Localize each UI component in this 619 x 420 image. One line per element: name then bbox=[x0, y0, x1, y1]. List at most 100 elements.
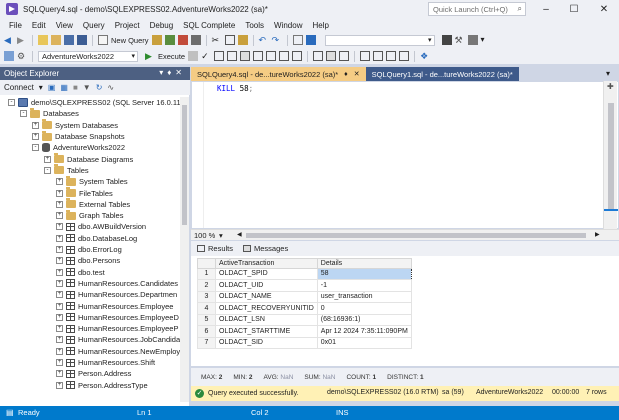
specify-values-icon[interactable]: ❖ bbox=[420, 51, 430, 61]
database-dropdown[interactable]: AdventureWorks2022 ▾ bbox=[38, 50, 138, 62]
expand-toggle-icon[interactable]: + bbox=[56, 268, 63, 276]
menu-query[interactable]: Query bbox=[78, 21, 110, 30]
tree-node[interactable]: + FileTables bbox=[0, 187, 113, 198]
save-icon[interactable] bbox=[64, 35, 74, 45]
close-tab-icon[interactable]: ✕ bbox=[354, 70, 360, 78]
tree-node[interactable]: - AdventureWorks2022 bbox=[0, 142, 125, 153]
new-query-icon[interactable] bbox=[98, 35, 108, 45]
customize-icon[interactable]: ▾ bbox=[481, 35, 491, 45]
results-to-grid-icon[interactable] bbox=[326, 51, 337, 61]
expand-toggle-icon[interactable]: + bbox=[56, 336, 63, 344]
tree-node[interactable]: + HumanResources.Candidates bbox=[0, 278, 178, 289]
query-options-icon[interactable] bbox=[240, 51, 251, 61]
tree-node[interactable]: + External Tables bbox=[0, 198, 130, 210]
tree-node[interactable]: + HumanResources.EmployeeD bbox=[0, 312, 179, 323]
paste-icon[interactable] bbox=[237, 35, 248, 45]
pane-dropdown-icon[interactable]: ▾ bbox=[159, 68, 167, 77]
solution-dropdown[interactable]: ▾ bbox=[324, 34, 435, 46]
menu-tools[interactable]: Tools bbox=[240, 21, 269, 30]
cell-activetransaction[interactable]: OLDACT_STARTTIME bbox=[215, 325, 318, 338]
filter-icon[interactable]: ▼ bbox=[83, 83, 91, 92]
cell-details[interactable]: 0x01 bbox=[316, 336, 412, 349]
tree-node[interactable]: + Database Snapshots bbox=[0, 130, 125, 142]
tree-node[interactable]: + System Tables bbox=[0, 175, 128, 187]
pane-close-icon[interactable]: ✕ bbox=[175, 68, 186, 77]
undo-icon[interactable]: ↶ bbox=[259, 35, 269, 45]
dmx-query-icon[interactable] bbox=[164, 35, 175, 45]
tree-node[interactable]: + HumanResources.EmployeeP bbox=[0, 323, 178, 334]
dax-query-icon[interactable] bbox=[190, 35, 201, 45]
query-code[interactable]: KILL 58; bbox=[217, 84, 253, 93]
expand-toggle-icon[interactable]: + bbox=[44, 155, 51, 163]
tree-node[interactable]: + Graph Tables bbox=[0, 209, 123, 221]
tree-node[interactable]: + dbo.DatabaseLog bbox=[0, 233, 137, 244]
toolbox-icon[interactable] bbox=[467, 35, 478, 45]
tree-node[interactable]: + Person.AddressType bbox=[0, 380, 148, 391]
grid-row[interactable]: 1 OLDACT_SPID 58 bbox=[197, 267, 412, 280]
cell-activetransaction[interactable]: OLDACT_SPID bbox=[215, 267, 318, 280]
results-to-text-icon[interactable] bbox=[313, 51, 324, 61]
zoom-dropdown-icon[interactable]: ▾ bbox=[219, 231, 223, 240]
tab-sqlquery1[interactable]: SQLQuery1.sql - de...tureWorks2022 (sa)* bbox=[365, 67, 519, 81]
cut-icon[interactable]: ✂ bbox=[212, 35, 222, 45]
cell-details[interactable]: (68:16936:1) bbox=[316, 313, 412, 326]
expand-toggle-icon[interactable]: + bbox=[56, 347, 63, 355]
expand-toggle-icon[interactable]: + bbox=[56, 291, 63, 299]
row-number-header[interactable] bbox=[197, 258, 216, 269]
tab-messages[interactable]: Messages bbox=[243, 244, 288, 253]
display-plan-icon[interactable] bbox=[214, 51, 225, 61]
query-editor[interactable]: KILL 58; bbox=[191, 81, 619, 229]
tree-node[interactable]: + Person.Address bbox=[0, 368, 131, 379]
grid-row[interactable]: 3 OLDACT_NAME user_transaction bbox=[197, 290, 412, 303]
row-number[interactable]: 2 bbox=[197, 279, 216, 292]
xmla-query-icon[interactable] bbox=[177, 35, 188, 45]
expand-toggle-icon[interactable]: + bbox=[56, 189, 63, 197]
expand-toggle-icon[interactable]: + bbox=[56, 223, 63, 231]
scroll-left-icon[interactable]: ◀ bbox=[237, 231, 242, 238]
expand-toggle-icon[interactable]: + bbox=[56, 325, 63, 333]
query-design-icon[interactable] bbox=[227, 51, 238, 61]
parse-icon[interactable]: ✓ bbox=[201, 51, 211, 61]
solution-config-icon[interactable] bbox=[305, 35, 316, 45]
grid-row[interactable]: 5 OLDACT_LSN (68:16936:1) bbox=[197, 313, 412, 326]
expand-toggle-icon[interactable]: + bbox=[56, 279, 63, 287]
expand-toggle-icon[interactable]: + bbox=[56, 381, 63, 389]
open-file-icon[interactable] bbox=[51, 35, 61, 45]
tree-node[interactable]: + System Databases bbox=[0, 119, 118, 131]
expand-toggle-icon[interactable]: + bbox=[56, 246, 63, 254]
row-number[interactable]: 1 bbox=[197, 267, 216, 280]
tree-node[interactable]: + HumanResources.NewEmploy bbox=[0, 346, 180, 357]
results-to-file-icon[interactable] bbox=[339, 51, 350, 61]
save-all-icon[interactable] bbox=[77, 35, 87, 45]
tree-node[interactable]: - Databases bbox=[0, 107, 79, 119]
tree-node[interactable]: + HumanResources.Departmen bbox=[0, 289, 177, 300]
disconnect-icon[interactable]: ▦ bbox=[60, 83, 68, 92]
copy-icon[interactable] bbox=[224, 35, 235, 45]
expand-toggle-icon[interactable]: + bbox=[56, 212, 63, 220]
mdx-query-icon[interactable] bbox=[151, 35, 162, 45]
menu-project[interactable]: Project bbox=[110, 21, 145, 30]
editor-vertical-scrollbar[interactable]: ✚ bbox=[603, 81, 618, 229]
cancel-query-icon[interactable] bbox=[188, 51, 199, 61]
scrollbar-thumb[interactable] bbox=[182, 105, 187, 225]
cell-details[interactable]: -1 bbox=[316, 279, 412, 292]
execute-icon[interactable]: ▶ bbox=[145, 51, 155, 61]
quick-launch-input[interactable]: Quick Launch (Ctrl+Q) ⌕ bbox=[428, 2, 526, 16]
connect-server-icon[interactable]: ▣ bbox=[48, 83, 56, 92]
cell-details[interactable]: Apr 12 2024 7:35:11:090PM bbox=[316, 325, 412, 338]
column-header-activetransaction[interactable]: ActiveTransaction bbox=[215, 258, 318, 269]
menu-edit[interactable]: Edit bbox=[27, 21, 51, 30]
grid-row[interactable]: 4 OLDACT_RECOVERYUNITID 0 bbox=[197, 302, 412, 315]
tree-node[interactable]: + HumanResources.Shift bbox=[0, 357, 155, 368]
connect-dropdown-icon[interactable]: ▾ bbox=[39, 83, 43, 92]
cell-activetransaction[interactable]: OLDACT_SID bbox=[215, 336, 318, 349]
client-stats-icon[interactable] bbox=[292, 51, 303, 61]
forward-icon[interactable]: ▶ bbox=[17, 35, 27, 45]
connect-icon[interactable] bbox=[4, 51, 14, 61]
properties-icon[interactable] bbox=[441, 35, 452, 45]
pin-icon[interactable]: ♦ bbox=[344, 71, 348, 78]
expand-toggle-icon[interactable]: + bbox=[56, 370, 63, 378]
tab-sqlquery4[interactable]: SQLQuery4.sql - de...tureWorks2022 (sa)*… bbox=[191, 67, 366, 81]
menu-window[interactable]: Window bbox=[269, 21, 307, 30]
change-connection-icon[interactable]: ⚙ bbox=[17, 51, 27, 61]
